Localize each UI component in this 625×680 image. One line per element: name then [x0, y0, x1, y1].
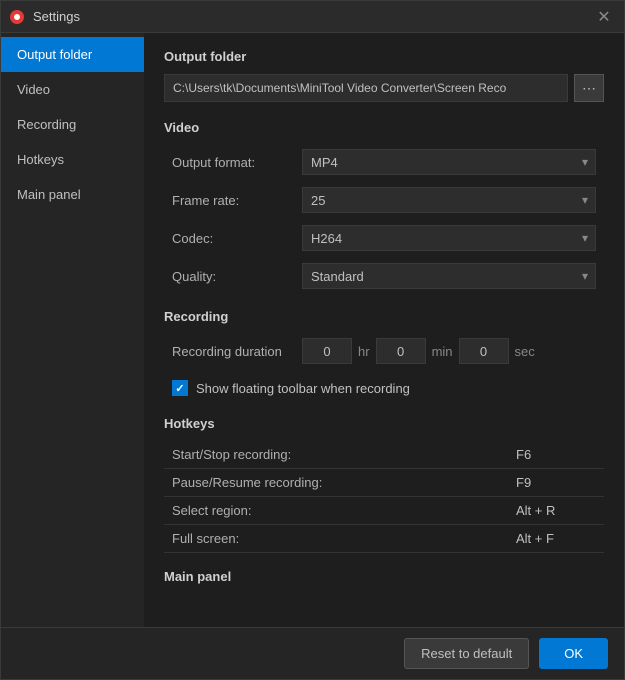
- output-format-label: Output format:: [172, 155, 302, 170]
- hotkey-fullscreen-label: Full screen:: [172, 531, 516, 546]
- codec-label: Codec:: [172, 231, 302, 246]
- codec-row: Codec: H264 H265 VP8 VP9: [164, 221, 604, 255]
- sidebar-item-hotkeys[interactable]: Hotkeys: [1, 142, 144, 177]
- hotkey-pauseresume-label: Pause/Resume recording:: [172, 475, 516, 490]
- min-unit: min: [432, 344, 453, 359]
- quality-label: Quality:: [172, 269, 302, 284]
- browse-button[interactable]: ⋯: [574, 74, 604, 102]
- output-format-select[interactable]: MP4 AVI MOV MKV: [302, 149, 596, 175]
- toolbar-checkbox-row: Show floating toolbar when recording: [164, 376, 604, 400]
- quality-select[interactable]: Low Standard High Lossless: [302, 263, 596, 289]
- video-section-title: Video: [164, 120, 604, 135]
- duration-label: Recording duration: [172, 344, 302, 359]
- duration-sec-input[interactable]: [459, 338, 509, 364]
- close-button[interactable]: ✕: [592, 5, 616, 29]
- folder-row: ⋯: [164, 74, 604, 102]
- app-icon: [9, 9, 25, 25]
- main-panel-title: Main panel: [164, 569, 604, 584]
- video-section: Video Output format: MP4 AVI MOV MKV Fra…: [164, 120, 604, 293]
- output-folder-section: Output folder ⋯: [164, 49, 604, 102]
- settings-window: Settings ✕ Output folder Video Recording…: [0, 0, 625, 680]
- sidebar-item-video[interactable]: Video: [1, 72, 144, 107]
- hotkey-row-selectregion: Select region: Alt + R: [164, 497, 604, 525]
- hotkey-startstop-value: F6: [516, 447, 596, 462]
- hotkey-selectregion-value: Alt + R: [516, 503, 596, 518]
- sidebar-item-main-panel[interactable]: Main panel: [1, 177, 144, 212]
- frame-rate-row: Frame rate: 15 25 30 60: [164, 183, 604, 217]
- output-format-select-wrapper: MP4 AVI MOV MKV: [302, 149, 596, 175]
- codec-select[interactable]: H264 H265 VP8 VP9: [302, 225, 596, 251]
- frame-rate-select[interactable]: 15 25 30 60: [302, 187, 596, 213]
- hotkeys-section: Hotkeys Start/Stop recording: F6 Pause/R…: [164, 416, 604, 553]
- sidebar-item-output-folder[interactable]: Output folder: [1, 37, 144, 72]
- toolbar-checkbox[interactable]: [172, 380, 188, 396]
- quality-row: Quality: Low Standard High Lossless: [164, 259, 604, 293]
- output-folder-title: Output folder: [164, 49, 604, 64]
- duration-min-input[interactable]: [376, 338, 426, 364]
- frame-rate-label: Frame rate:: [172, 193, 302, 208]
- quality-select-wrapper: Low Standard High Lossless: [302, 263, 596, 289]
- sec-unit: sec: [515, 344, 535, 359]
- hotkey-pauseresume-value: F9: [516, 475, 596, 490]
- recording-section: Recording Recording duration hr min sec …: [164, 309, 604, 400]
- hotkey-startstop-label: Start/Stop recording:: [172, 447, 516, 462]
- frame-rate-select-wrapper: 15 25 30 60: [302, 187, 596, 213]
- hr-unit: hr: [358, 344, 370, 359]
- hotkeys-section-title: Hotkeys: [164, 416, 604, 431]
- main-content: Output folder ⋯ Video Output format: MP4: [144, 33, 624, 627]
- sidebar-item-recording[interactable]: Recording: [1, 107, 144, 142]
- output-format-row: Output format: MP4 AVI MOV MKV: [164, 145, 604, 179]
- codec-select-wrapper: H264 H265 VP8 VP9: [302, 225, 596, 251]
- recording-section-title: Recording: [164, 309, 604, 324]
- window-title: Settings: [33, 9, 584, 24]
- hotkey-row-startstop: Start/Stop recording: F6: [164, 441, 604, 469]
- hotkey-fullscreen-value: Alt + F: [516, 531, 596, 546]
- browse-icon: ⋯: [582, 80, 596, 97]
- main-panel-section: Main panel: [164, 569, 604, 584]
- hotkey-selectregion-label: Select region:: [172, 503, 516, 518]
- titlebar: Settings ✕: [1, 1, 624, 33]
- duration-row: Recording duration hr min sec: [164, 334, 604, 368]
- hotkey-row-pauseresume: Pause/Resume recording: F9: [164, 469, 604, 497]
- hotkey-row-fullscreen: Full screen: Alt + F: [164, 525, 604, 553]
- ok-button[interactable]: OK: [539, 638, 608, 669]
- folder-path-input[interactable]: [164, 74, 568, 102]
- footer: Reset to default OK: [1, 627, 624, 679]
- reset-button[interactable]: Reset to default: [404, 638, 529, 669]
- sidebar: Output folder Video Recording Hotkeys Ma…: [1, 33, 144, 627]
- duration-hr-input[interactable]: [302, 338, 352, 364]
- toolbar-checkbox-label: Show floating toolbar when recording: [196, 381, 410, 396]
- content-area: Output folder Video Recording Hotkeys Ma…: [1, 33, 624, 627]
